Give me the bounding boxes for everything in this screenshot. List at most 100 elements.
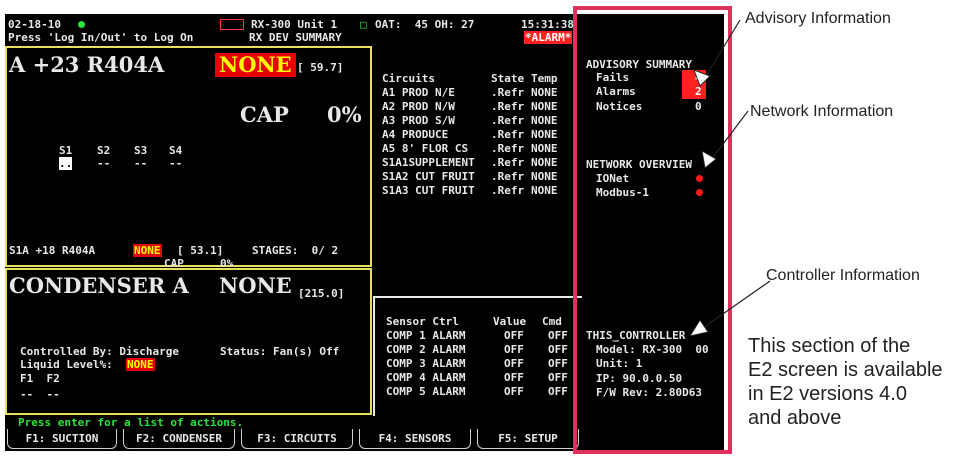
sensor-row-cmd: OFF xyxy=(548,357,568,370)
circuit-row-name[interactable]: A2 PROD N/W xyxy=(382,100,455,113)
condenser-status: Status: Fan(s) Off xyxy=(220,345,340,358)
controlled-by: Controlled By: Discharge xyxy=(20,345,179,358)
sub-suction-state: NONE xyxy=(133,244,162,257)
stage-value-1: .. xyxy=(59,157,73,170)
sensors-header-cmd: Cmd xyxy=(542,315,562,328)
condenser-panel[interactable]: CONDENSER A NONE [215.0] Controlled By: … xyxy=(5,268,372,415)
circuit-row-name[interactable]: S1A1SUPPLEMENT xyxy=(382,156,475,169)
alarm-badge[interactable]: *ALARM* xyxy=(524,31,573,44)
stage-header-4: S4 xyxy=(169,144,183,157)
stage-header-1: S1 xyxy=(59,144,73,157)
status-dot-icon xyxy=(78,21,85,28)
actions-hint: Press enter for a list of actions. xyxy=(18,416,244,429)
liquid-level-value: NONE xyxy=(126,358,155,371)
stage-header-2: S2 xyxy=(97,144,111,157)
circuit-row-state: .Refr xyxy=(491,156,525,169)
circuit-row-state: .Refr xyxy=(491,184,525,197)
callout-advisory: Advisory Information xyxy=(745,10,891,27)
circuits-header-temp: Temp xyxy=(531,72,558,85)
sensor-row-value: OFF xyxy=(504,329,524,342)
circuit-row-name[interactable]: A4 PRODUCE xyxy=(382,128,448,141)
softkey-circuits[interactable]: F3: CIRCUITS xyxy=(241,429,353,449)
new-section-highlight xyxy=(573,6,732,454)
circuit-row-name[interactable]: A1 PROD N/E xyxy=(382,86,455,99)
circuit-row-state: .Refr xyxy=(491,86,525,99)
sensor-row-cmd: OFF xyxy=(548,329,568,342)
stage-header-3: S3 xyxy=(134,144,148,157)
sensors-panel[interactable]: Sensor Ctrl Value Cmd COMP 1 ALARM OFF OFF… xyxy=(373,296,582,416)
suction-title: A +23 R404A xyxy=(9,52,165,77)
circuit-row-state: .Refr xyxy=(491,114,525,127)
sensor-row-value: OFF xyxy=(504,357,524,370)
note-line-2: E2 screen is available xyxy=(748,359,943,381)
lock-icon: □ xyxy=(360,18,367,31)
softkey-bar: F1: SUCTION F2: CONDENSER F3: CIRCUITS F… xyxy=(5,429,582,451)
circuits-header-state: State xyxy=(491,72,525,85)
circuit-row-state: .Refr xyxy=(491,100,525,113)
version-note: This section of the E2 screen is availab… xyxy=(748,334,943,430)
circuits-panel[interactable]: Circuits State Temp A1 PROD N/E .Refr NONE… xyxy=(373,46,582,296)
condenser-state: NONE xyxy=(219,273,292,298)
circuits-header-name: Circuits xyxy=(382,72,435,85)
note-line-1: This section of the xyxy=(748,335,911,357)
stage-value-3: -- xyxy=(134,157,148,170)
stage-value-2: -- xyxy=(97,157,111,170)
cap-label: CAP xyxy=(240,102,289,127)
circuit-row-temp: NONE xyxy=(531,170,558,183)
circuit-row-name[interactable]: A5 8' FLOR CS xyxy=(382,142,468,155)
circuit-row-temp: NONE xyxy=(531,128,558,141)
fans-values: -- -- xyxy=(20,388,60,401)
liquid-level-label: Liquid Level%: xyxy=(20,358,113,371)
note-line-3: in E2 versions 4.0 xyxy=(748,383,907,405)
header-time: 15:31:38 xyxy=(521,18,574,31)
sub-suction-stages: STAGES: 0/ 2 xyxy=(252,244,339,257)
sensors-header-name: Sensor Ctrl xyxy=(386,315,459,328)
screen-name: RX DEV SUMMARY xyxy=(249,31,342,44)
condenser-reading: [215.0] xyxy=(298,287,345,300)
sensor-row-cmd: OFF xyxy=(548,371,568,384)
suction-panel[interactable]: A +23 R404A NONE [ 59.7] CAP 0% S1 S2 S3… xyxy=(5,46,372,270)
callout-controller: Controller Information xyxy=(766,267,920,284)
header-date: 02-18-10 xyxy=(8,18,61,31)
sensor-row-value: OFF xyxy=(504,371,524,384)
sensor-row-value: OFF xyxy=(504,385,524,398)
suction-reading: [ 59.7] xyxy=(297,61,344,74)
sensor-row-name[interactable]: COMP 4 ALARM xyxy=(386,371,465,384)
battery-icon xyxy=(220,19,244,30)
sensor-row-cmd: OFF xyxy=(548,343,568,356)
circuit-row-temp: NONE xyxy=(531,156,558,169)
sub-suction-name: S1A +18 R404A xyxy=(9,244,96,257)
header-oat: OAT: 45 OH: 27 xyxy=(375,18,475,31)
sub-suction-reading: [ 53.1] xyxy=(177,244,224,257)
stage-value-4: -- xyxy=(169,157,183,170)
softkey-sensors[interactable]: F4: SENSORS xyxy=(359,429,471,449)
cap-value: 0% xyxy=(327,102,362,127)
circuit-row-state: .Refr xyxy=(491,128,525,141)
sensor-row-name[interactable]: COMP 3 ALARM xyxy=(386,357,465,370)
fans-header: F1 F2 xyxy=(20,372,60,385)
e2-main-screen: 02-18-10 RX-300 Unit 1 □ OAT: 45 OH: 27 … xyxy=(5,14,582,451)
sensor-row-name[interactable]: COMP 5 ALARM xyxy=(386,385,465,398)
sensor-row-name[interactable]: COMP 1 ALARM xyxy=(386,329,465,342)
login-hint: Press 'Log In/Out' to Log On xyxy=(8,31,194,44)
sensor-row-value: OFF xyxy=(504,343,524,356)
sensor-row-name[interactable]: COMP 2 ALARM xyxy=(386,343,465,356)
circuit-row-name[interactable]: S1A2 CUT FRUIT xyxy=(382,170,475,183)
softkey-setup[interactable]: F5: SETUP xyxy=(477,429,579,449)
circuit-row-temp: NONE xyxy=(531,184,558,197)
softkey-suction[interactable]: F1: SUCTION xyxy=(7,429,117,449)
circuit-row-state: .Refr xyxy=(491,142,525,155)
suction-state: NONE xyxy=(215,53,296,77)
callout-network: Network Information xyxy=(750,103,894,120)
circuit-row-name[interactable]: S1A3 CUT FRUIT xyxy=(382,184,475,197)
sensor-row-cmd: OFF xyxy=(548,385,568,398)
softkey-condenser[interactable]: F2: CONDENSER xyxy=(123,429,235,449)
circuit-row-temp: NONE xyxy=(531,86,558,99)
circuit-row-temp: NONE xyxy=(531,100,558,113)
circuit-row-name[interactable]: A3 PROD S/W xyxy=(382,114,455,127)
circuit-row-temp: NONE xyxy=(531,142,558,155)
header-unit-name: RX-300 Unit 1 xyxy=(251,18,338,31)
sensors-header-value: Value xyxy=(493,315,527,328)
condenser-title: CONDENSER A xyxy=(9,273,189,298)
note-line-4: and above xyxy=(748,407,842,429)
